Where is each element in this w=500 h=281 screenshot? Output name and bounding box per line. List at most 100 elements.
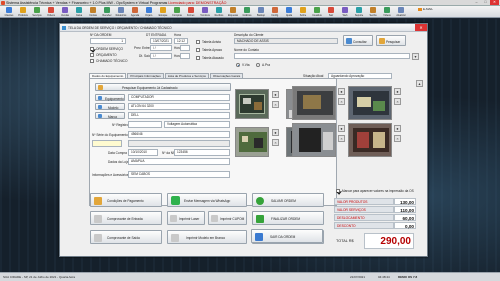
photo-6-camera-icon[interactable]: ●: [338, 125, 345, 132]
toolbar-item-27[interactable]: Vídeos: [380, 6, 394, 18]
modelo-button[interactable]: Modelo: [95, 103, 125, 110]
toolbar-item-22[interactable]: Usuários: [310, 6, 324, 18]
mostrar-valores-checkbox[interactable]: [336, 189, 340, 193]
situacao-select[interactable]: Aguardando Aprovação: [328, 73, 392, 79]
toolbar-item-20[interactable]: Ajuda: [282, 6, 296, 18]
photo-1-delete-icon[interactable]: ×: [272, 101, 279, 108]
cliente-field[interactable]: MACHADO DE ASSIS: [234, 38, 338, 44]
prev-entrega-field[interactable]: / /: [150, 45, 172, 51]
chamado-tecnico-checkbox[interactable]: [90, 59, 94, 63]
comprovante-entrada-button[interactable]: Comprovante de Entrada: [90, 211, 162, 225]
toolbar-item-16[interactable]: Etiquetas: [226, 6, 240, 18]
imprimir-branco-button[interactable]: Imprimir Modelo em Branco: [167, 230, 247, 244]
hora-saida-field[interactable]: [180, 53, 190, 59]
contato-dropdown-icon[interactable]: ▾: [412, 53, 419, 60]
toolbar-item-9[interactable]: Agenda: [128, 6, 142, 18]
whatsapp-button[interactable]: Enviar Mensagem via WhatsApp: [167, 193, 247, 207]
condicoes-pagamento-button[interactable]: Condições de Pagamento: [90, 193, 162, 207]
pesquisar-equipamento-button[interactable]: Pesquisar Equipamento Já Cadastrado: [95, 83, 231, 91]
nregistro-field[interactable]: [128, 121, 162, 128]
equipamento-field[interactable]: COMPUTADOR: [128, 94, 230, 101]
salvar-ordem-button[interactable]: SALVAR ORDEM: [252, 193, 324, 207]
total-row-value[interactable]: 0,00: [394, 222, 416, 229]
toolbar-item-25[interactable]: Suporte: [352, 6, 366, 18]
dt-saida-field[interactable]: / /: [150, 53, 172, 59]
comprovante-saida-button[interactable]: Comprovante de Saída: [90, 230, 162, 244]
email-button[interactable]: E-MAIL: [418, 7, 436, 12]
toolbar-item-19[interactable]: Config.: [268, 6, 282, 18]
data-compra-field[interactable]: 10/10/2010: [128, 149, 158, 156]
toolbar-item-5[interactable]: Caixa: [72, 6, 86, 18]
order-number-field[interactable]: 1: [90, 38, 126, 44]
close-app-button[interactable]: ✕: [490, 0, 499, 5]
garantia-select[interactable]: [92, 140, 122, 147]
toolbar-item-3[interactable]: Ordens: [44, 6, 58, 18]
scroll-up-icon[interactable]: ▴: [416, 80, 423, 87]
marca-field[interactable]: DELL: [128, 112, 230, 119]
equipment-photo-1[interactable]: [235, 89, 269, 119]
finalizar-ordem-button[interactable]: FINALIZAR ORDEM: [252, 211, 324, 225]
photo-7-delete-icon[interactable]: ×: [394, 98, 401, 105]
nserie-field[interactable]: 4566/46: [128, 131, 230, 138]
equipment-photo-7[interactable]: [348, 86, 392, 120]
equipment-photo-3[interactable]: [235, 127, 269, 157]
equipment-photo-5[interactable]: [292, 86, 336, 120]
voltagem-select[interactable]: Voltagem Automática: [164, 121, 230, 128]
photo-6-delete-icon[interactable]: ×: [338, 135, 345, 142]
toolbar-item-8[interactable]: Relatórios: [114, 6, 128, 18]
orcamento-checkbox[interactable]: [90, 53, 94, 57]
info-acessorios-field[interactable]: SEM CABOS: [128, 171, 230, 178]
tabela-atacado-checkbox[interactable]: [196, 56, 200, 60]
toolbar-item-21[interactable]: Sobre: [296, 6, 310, 18]
hora-entrega-field[interactable]: [180, 45, 190, 51]
toolbar-item-0[interactable]: Clientes: [2, 6, 16, 18]
nf-field[interactable]: 123456: [174, 149, 230, 156]
photo-3-camera-icon[interactable]: ●: [272, 129, 279, 136]
toolbar-item-12[interactable]: Compras: [170, 6, 184, 18]
toolbar-item-23[interactable]: Sair: [324, 6, 338, 18]
photo-5-camera-icon[interactable]: ●: [338, 88, 345, 95]
maximize-button[interactable]: □: [481, 0, 490, 5]
equipment-photo-6[interactable]: [292, 123, 336, 157]
total-row-value[interactable]: 110,00: [394, 206, 416, 213]
photo-3-delete-icon[interactable]: ×: [272, 139, 279, 146]
prazo-radio[interactable]: [256, 63, 260, 67]
tabela-aprazo-checkbox[interactable]: [196, 48, 200, 52]
minimize-button[interactable]: –: [472, 0, 481, 5]
toolbar-item-4[interactable]: Vendas: [58, 6, 72, 18]
marca-button[interactable]: Marca: [95, 112, 125, 119]
imprimir-cupom-button[interactable]: Imprimir CUPOM: [208, 211, 247, 225]
photo-8-delete-icon[interactable]: ×: [394, 135, 401, 142]
equipment-photo-8[interactable]: [348, 123, 392, 157]
toolbar-item-10[interactable]: Orçam.: [142, 6, 156, 18]
toolbar-item-2[interactable]: Serviços: [30, 6, 44, 18]
toolbar-item-13[interactable]: Fornec.: [184, 6, 198, 18]
photo-5-delete-icon[interactable]: ×: [338, 98, 345, 105]
toolbar-item-14[interactable]: Técnicos: [198, 6, 212, 18]
total-row-value[interactable]: 60,00: [394, 214, 416, 221]
vista-radio[interactable]: [236, 63, 240, 67]
hora-entrada-field[interactable]: 12:12: [174, 38, 188, 44]
toolbar-item-18[interactable]: Backup: [254, 6, 268, 18]
tabela-avista-checkbox[interactable]: [196, 40, 200, 44]
ordem-servico-checkbox[interactable]: [90, 47, 94, 51]
dialog-close-button[interactable]: ✕: [415, 24, 427, 31]
toolbar-item-11[interactable]: Estoque: [156, 6, 170, 18]
total-row-value[interactable]: 130,00: [394, 198, 416, 205]
pesquisar-button[interactable]: Pesquisar: [376, 35, 406, 46]
equipamento-button[interactable]: Equipamento: [95, 94, 125, 101]
photo-1-camera-icon[interactable]: ●: [272, 91, 279, 98]
blank-field[interactable]: [128, 140, 230, 147]
photo-8-camera-icon[interactable]: ●: [394, 125, 401, 132]
toolbar-item-7[interactable]: Receber: [100, 6, 114, 18]
toolbar-item-24[interactable]: Web: [338, 6, 352, 18]
contato-field[interactable]: [234, 53, 410, 59]
toolbar-item-28[interactable]: Atualizar: [394, 6, 408, 18]
toolbar-item-26[interactable]: Senha: [366, 6, 380, 18]
modelo-field[interactable]: ATLON 64 3200: [128, 103, 230, 110]
consultar-button[interactable]: Consultar: [343, 35, 373, 46]
dt-entrada-field[interactable]: 13/07/2021: [150, 38, 172, 44]
toolbar-item-15[interactable]: Recibos: [212, 6, 226, 18]
toolbar-item-17[interactable]: Gráficos: [240, 6, 254, 18]
photo-7-camera-icon[interactable]: ●: [394, 88, 401, 95]
